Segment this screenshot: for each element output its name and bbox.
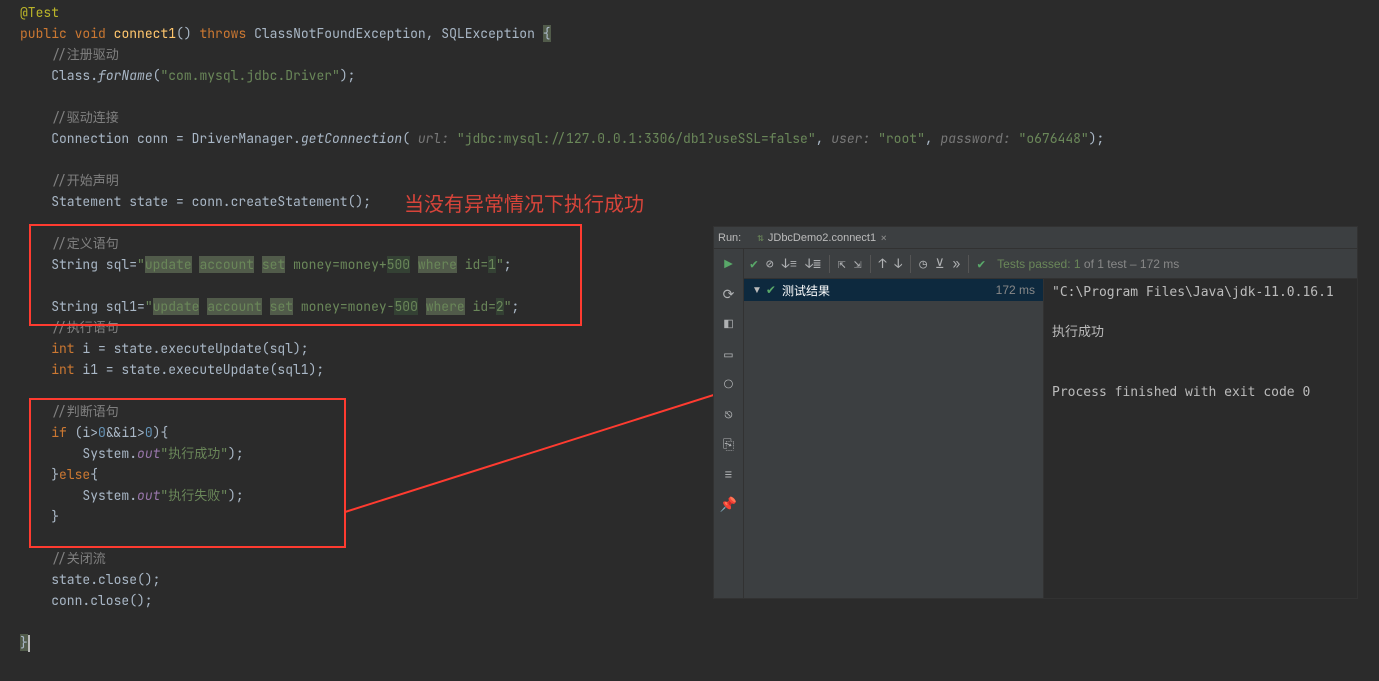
layout-icon[interactable]: ▭ (719, 345, 739, 365)
up-icon[interactable]: ↑ (879, 255, 887, 272)
expand-icon[interactable]: ⇱ (838, 255, 846, 272)
run-tool-window: Run: ⇅ JDbcDemo2.connect1 × ▶ ⟳ ◧ ▭ ◯ ⎋ … (713, 226, 1358, 599)
check-icon[interactable]: ✔ (750, 255, 758, 272)
console-line: Process finished with exit code 0 (1052, 383, 1349, 403)
annotation-label: 当没有异常情况下执行成功 (404, 188, 644, 217)
run-tab-name: JDbcDemo2.connect1 (768, 232, 876, 244)
test-tree-root[interactable]: ▼ ✔ 测试结果 172 ms (744, 279, 1043, 301)
collapse-icon[interactable]: ⇲ (854, 255, 862, 272)
import-icon[interactable]: ⎘ (719, 435, 739, 455)
console-output[interactable]: "C:\Program Files\Java\jdk-11.0.16.1 执行成… (1044, 279, 1357, 598)
tests-passed-label: Tests passed: 1 of 1 test – 172 ms (997, 257, 1179, 271)
console-line: 执行成功 (1052, 323, 1349, 343)
more-icon[interactable]: » (953, 255, 961, 272)
test-tree[interactable]: ▼ ✔ 测试结果 172 ms (744, 279, 1044, 598)
caret (28, 635, 30, 652)
rerun-icon[interactable]: ▶ (719, 255, 739, 275)
settings-icon[interactable]: ≡ (719, 465, 739, 485)
run-gutter: ▶ ⟳ ◧ ▭ ◯ ⎋ ⎘ ≡ 📌 (714, 249, 744, 598)
close-icon[interactable]: × (880, 230, 887, 246)
chart-icon[interactable]: ⊻ (935, 255, 945, 272)
camera-icon[interactable]: ◯ (719, 375, 739, 395)
test-annotation: @Test (20, 4, 59, 21)
export-icon[interactable]: ⎋ (719, 405, 739, 425)
stop-icon[interactable]: ◧ (719, 315, 739, 335)
run-tab[interactable]: ⇅ JDbcDemo2.connect1 × (751, 227, 893, 248)
run-header: Run: ⇅ JDbcDemo2.connect1 × (714, 227, 1357, 249)
check-icon: ✔ (766, 283, 776, 297)
sort-icon[interactable]: ↓≡ (782, 255, 798, 272)
console-line: "C:\Program Files\Java\jdk-11.0.16.1 (1052, 283, 1349, 303)
run-tab-icon: ⇅ (757, 231, 764, 245)
chevron-down-icon: ▼ (752, 285, 762, 296)
pin-icon[interactable]: 📌 (719, 495, 739, 515)
disable-icon[interactable]: ⊘ (766, 255, 774, 272)
toggle-icon[interactable]: ⟳ (719, 285, 739, 305)
run-toolbar: ✔ ⊘ ↓≡ ↓≣ ⇱ ⇲ ↑ ↓ ◷ ⊻ » ✔ Tests passed: … (744, 249, 1357, 279)
sort2-icon[interactable]: ↓≣ (805, 255, 821, 272)
down-icon[interactable]: ↓ (894, 255, 902, 272)
clock-icon[interactable]: ◷ (919, 255, 927, 272)
run-label: Run: (718, 232, 741, 244)
passed-check-icon: ✔ (977, 255, 985, 272)
